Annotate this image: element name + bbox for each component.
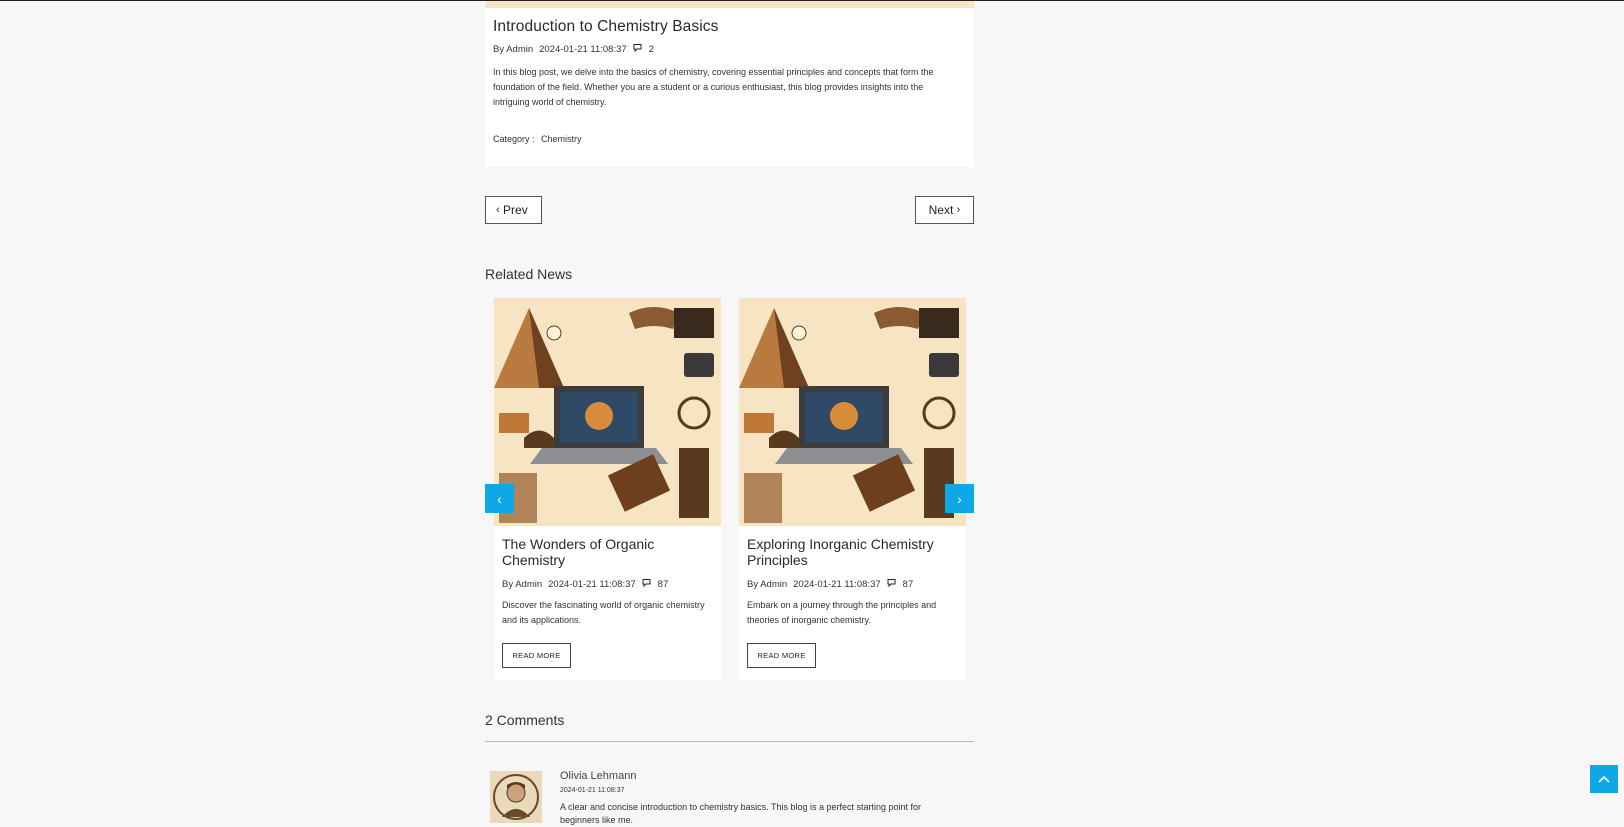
related-news-heading: Related News (485, 266, 573, 282)
post-image (485, 1, 974, 8)
comment-author: Olivia Lehmann (560, 770, 637, 782)
post-card: Introduction to Chemistry Basics By Admi… (485, 1, 974, 167)
comment-icon (633, 43, 643, 55)
chevron-right-icon: › (957, 490, 962, 507)
news-meta: By Admin 2024-01-21 11:08:37 87 (502, 578, 668, 590)
post-excerpt: In this blog post, we delve into the bas… (493, 67, 934, 107)
post-comment-count: 2 (648, 43, 654, 55)
carousel-prev-button[interactable]: ‹ (485, 484, 514, 513)
related-news-carousel: The Wonders of Organic Chemistry By Admi… (485, 298, 974, 680)
read-more-button[interactable]: READ MORE (502, 643, 571, 668)
post-meta: By Admin 2024-01-21 11:08:37 2 (493, 43, 654, 55)
news-image[interactable] (494, 298, 721, 526)
news-comment-count: 87 (902, 578, 914, 590)
comment-icon (642, 578, 652, 590)
news-date: 2024-01-21 11:08:37 (793, 578, 881, 590)
news-comment-count: 87 (657, 578, 669, 590)
prev-label: Prev (503, 203, 528, 217)
news-title[interactable]: The Wonders of Organic Chemistry (502, 536, 717, 568)
next-post-button[interactable]: Next › (915, 196, 974, 224)
news-excerpt: Discover the fascinating world of organi… (502, 600, 705, 625)
comment-date: 2024-01-21 11:08:37 (560, 787, 625, 794)
news-image[interactable] (739, 298, 966, 526)
carousel-next-button[interactable]: › (945, 484, 974, 513)
post-date: 2024-01-21 11:08:37 (539, 43, 627, 55)
prev-post-button[interactable]: ‹ Prev (485, 196, 542, 224)
comment-icon (887, 578, 897, 590)
post-author: By Admin (493, 43, 534, 55)
post-category: Category : Chemistry (493, 134, 582, 144)
category-label: Category : (493, 134, 535, 144)
read-more-button[interactable]: READ MORE (747, 643, 816, 668)
chevron-up-icon (1598, 775, 1610, 783)
comment-item: Olivia Lehmann 2024-01-21 11:08:37 A cle… (485, 766, 974, 826)
comments-heading: 2 Comments (485, 712, 565, 728)
chevron-left-icon: ‹ (496, 204, 500, 216)
category-link[interactable]: Chemistry (541, 134, 582, 144)
avatar (490, 771, 542, 823)
next-label: Next (928, 203, 954, 217)
news-author: By Admin (502, 578, 543, 590)
news-author: By Admin (747, 578, 788, 590)
news-meta: By Admin 2024-01-21 11:08:37 87 (747, 578, 913, 590)
news-title[interactable]: Exploring Inorganic Chemistry Principles (747, 536, 962, 568)
chevron-right-icon: › (956, 204, 961, 216)
post-title: Introduction to Chemistry Basics (493, 18, 719, 35)
comment-text: A clear and concise introduction to chem… (560, 802, 922, 825)
chevron-left-icon: ‹ (497, 490, 502, 507)
divider (485, 741, 974, 742)
scroll-to-top-button[interactable] (1590, 765, 1618, 793)
news-excerpt: Embark on a journey through the principl… (747, 600, 937, 625)
news-card: Exploring Inorganic Chemistry Principles… (739, 298, 966, 680)
news-date: 2024-01-21 11:08:37 (548, 578, 636, 590)
news-card: The Wonders of Organic Chemistry By Admi… (494, 298, 721, 680)
